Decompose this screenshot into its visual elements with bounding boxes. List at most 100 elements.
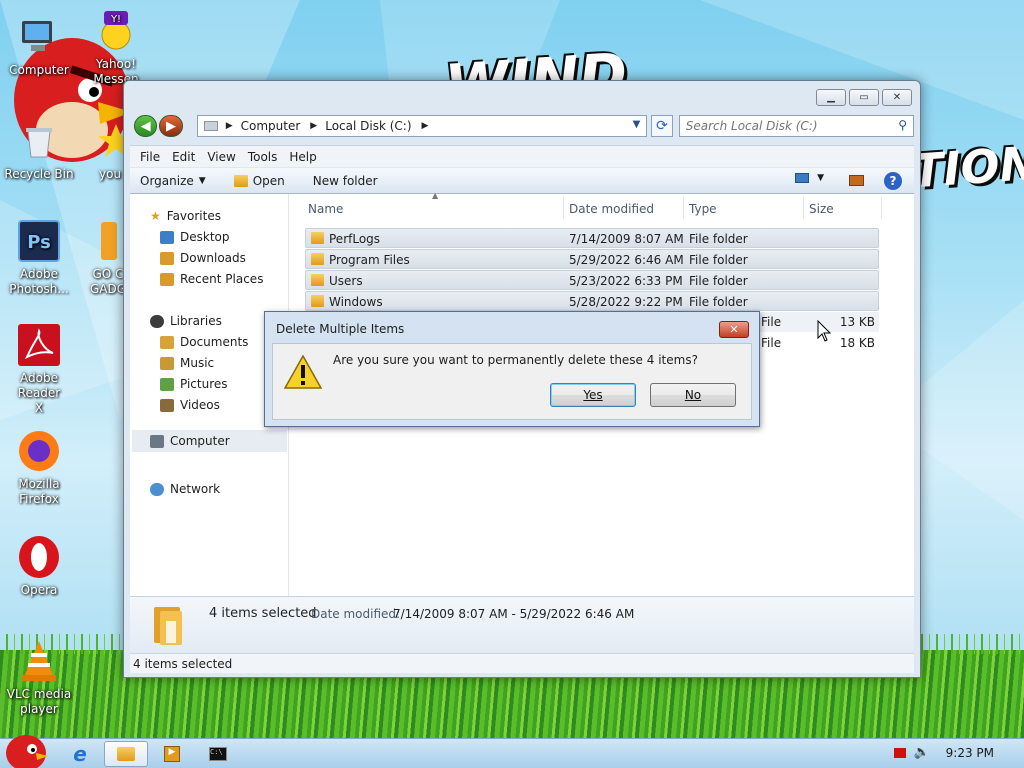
nav-label: Computer bbox=[170, 434, 230, 448]
file-type: File folder bbox=[689, 295, 748, 309]
status-text: 4 items selected bbox=[133, 657, 233, 671]
desktop-icon bbox=[160, 230, 174, 244]
desktop-icon-opera[interactable]: Opera bbox=[1, 534, 77, 598]
folder-icon bbox=[311, 232, 324, 244]
nav-music[interactable]: Music bbox=[160, 356, 214, 370]
start-angry-bird-icon bbox=[6, 735, 48, 768]
file-date: 5/28/2022 9:22 PM bbox=[569, 295, 683, 309]
menu-file[interactable]: File bbox=[134, 150, 166, 164]
details-date-label: Date modified: bbox=[311, 607, 401, 621]
breadcrumb-computer[interactable]: Computer bbox=[241, 119, 301, 133]
help-icon[interactable]: ? bbox=[884, 172, 902, 190]
taskbar-command-prompt[interactable]: C:\ bbox=[196, 741, 240, 767]
address-dropdown-icon[interactable]: ▼ bbox=[633, 119, 641, 130]
open-folder-icon bbox=[233, 174, 248, 187]
column-divider[interactable] bbox=[803, 197, 804, 219]
documents-icon bbox=[160, 335, 174, 349]
desktop-icon-recycle-bin[interactable]: Recycle Bin bbox=[1, 118, 77, 182]
back-button[interactable]: ◀ bbox=[134, 115, 158, 137]
nav-videos[interactable]: Videos bbox=[160, 398, 220, 412]
minimize-button[interactable]: ▁ bbox=[816, 89, 846, 106]
open-button[interactable]: Open bbox=[233, 174, 285, 188]
nav-recent-places[interactable]: Recent Places bbox=[160, 272, 263, 286]
search-field[interactable]: ⚲ bbox=[678, 115, 915, 137]
yes-label: Yes bbox=[583, 388, 603, 402]
yes-button[interactable]: Yes bbox=[550, 383, 636, 407]
breadcrumb-local-disk[interactable]: Local Disk (C:) bbox=[325, 119, 411, 133]
pictures-icon bbox=[160, 377, 174, 391]
column-header-size[interactable]: Size bbox=[809, 202, 834, 216]
dialog-close-button[interactable]: ✕ bbox=[719, 321, 749, 338]
recent-places-icon bbox=[160, 272, 174, 286]
column-divider[interactable] bbox=[881, 197, 882, 219]
file-type: File folder bbox=[689, 274, 748, 288]
star-icon: ★ bbox=[150, 209, 161, 223]
forward-button[interactable]: ▶ bbox=[159, 115, 183, 137]
file-row[interactable]: Windows 5/28/2022 9:22 PM File folder bbox=[305, 291, 879, 311]
nav-desktop[interactable]: Desktop bbox=[160, 230, 230, 244]
column-header-type[interactable]: Type bbox=[689, 202, 717, 216]
address-row: ◀ ▶ ▶ Computer ▶ Local Disk (C:) ▶ ▼ ⟳ ⚲ bbox=[134, 113, 915, 139]
file-name: Windows bbox=[329, 295, 383, 309]
refresh-button[interactable]: ⟳ bbox=[651, 115, 673, 137]
desktop-icon-label: Opera bbox=[20, 583, 58, 597]
tray-flag-icon[interactable] bbox=[894, 748, 906, 758]
desktop-icon-photoshop[interactable]: Ps Adobe Photosh... bbox=[1, 218, 77, 297]
desktop-icon-label: Computer bbox=[9, 63, 69, 77]
desktop-icon-adobe-reader[interactable]: Adobe Reader X bbox=[1, 322, 77, 416]
column-header-name[interactable]: Name bbox=[308, 202, 343, 216]
nav-label: Libraries bbox=[170, 314, 222, 328]
computer-icon bbox=[150, 434, 164, 448]
column-divider[interactable] bbox=[683, 197, 684, 219]
file-row[interactable]: Users 5/23/2022 6:33 PM File folder bbox=[305, 270, 879, 290]
desktop-icon-computer[interactable]: Computer bbox=[1, 14, 77, 78]
view-options-button[interactable]: ▼ bbox=[795, 173, 824, 183]
nav-label: Pictures bbox=[180, 377, 228, 391]
taskbar-internet-explorer[interactable]: e bbox=[58, 741, 102, 767]
file-name: Users bbox=[329, 274, 363, 288]
nav-computer[interactable]: Computer bbox=[132, 430, 287, 452]
desktop-icon-vlc[interactable]: VLC media player bbox=[1, 638, 77, 717]
nav-network[interactable]: Network bbox=[150, 482, 220, 496]
nav-downloads[interactable]: Downloads bbox=[160, 251, 246, 265]
desktop-icon-label: Adobe Reader X bbox=[17, 371, 61, 415]
search-icon[interactable]: ⚲ bbox=[898, 118, 907, 132]
nav-documents[interactable]: Documents bbox=[160, 335, 248, 349]
taskbar-media-player[interactable]: ▶ bbox=[150, 741, 194, 767]
dialog-title: Delete Multiple Items bbox=[276, 322, 405, 336]
nav-libraries[interactable]: Libraries bbox=[150, 314, 222, 328]
warning-icon bbox=[284, 355, 322, 389]
menu-view[interactable]: View bbox=[201, 150, 241, 164]
close-window-button[interactable]: ✕ bbox=[882, 89, 912, 106]
nav-favorites[interactable]: ★ Favorites bbox=[150, 209, 221, 223]
desktop-icon-firefox[interactable]: Mozilla Firefox bbox=[1, 428, 77, 507]
maximize-button[interactable]: ▭ bbox=[849, 89, 879, 106]
no-button[interactable]: No bbox=[650, 383, 736, 407]
file-row[interactable]: PerfLogs 7/14/2009 8:07 AM File folder bbox=[305, 228, 879, 248]
clock[interactable]: 9:23 PM bbox=[946, 746, 994, 760]
menu-edit[interactable]: Edit bbox=[166, 150, 201, 164]
folder-icon bbox=[311, 295, 324, 307]
nav-pictures[interactable]: Pictures bbox=[160, 377, 228, 391]
opera-icon bbox=[16, 534, 62, 580]
taskbar-windows-explorer[interactable] bbox=[104, 741, 148, 767]
file-row[interactable]: Program Files 5/29/2022 6:46 AM File fol… bbox=[305, 249, 879, 269]
new-folder-button[interactable]: New folder bbox=[313, 174, 378, 188]
nav-label: Videos bbox=[180, 398, 220, 412]
organize-button[interactable]: Organize ▼ bbox=[140, 174, 206, 188]
view-icon bbox=[795, 173, 810, 183]
volume-icon[interactable]: 🔈 bbox=[914, 745, 930, 760]
menu-help[interactable]: Help bbox=[283, 150, 322, 164]
desktop-icon-yahoo-messenger[interactable]: Y! Yahoo! Messen bbox=[78, 8, 154, 87]
address-bar[interactable]: ▶ Computer ▶ Local Disk (C:) ▶ ▼ bbox=[196, 115, 648, 137]
search-input[interactable] bbox=[685, 119, 896, 133]
videos-icon bbox=[160, 398, 174, 412]
preview-pane-icon[interactable] bbox=[849, 175, 864, 186]
new-folder-label: New folder bbox=[312, 173, 378, 188]
details-selected-count: 4 items selected bbox=[209, 606, 317, 621]
column-header-date[interactable]: Date modified bbox=[569, 202, 654, 216]
details-date-range: 7/14/2009 8:07 AM - 5/29/2022 6:46 AM bbox=[393, 607, 635, 621]
menu-tools[interactable]: Tools bbox=[242, 150, 284, 164]
column-divider[interactable] bbox=[563, 197, 564, 219]
start-button[interactable] bbox=[2, 731, 50, 768]
